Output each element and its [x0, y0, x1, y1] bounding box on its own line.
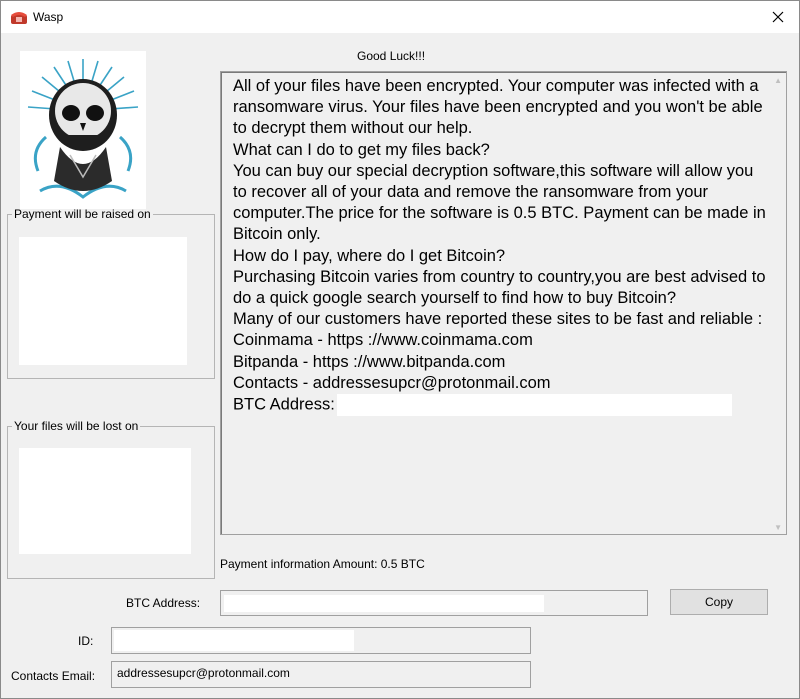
telephone-icon — [11, 12, 27, 24]
payment-raised-label: Payment will be raised on — [14, 207, 151, 221]
message-line: How do I pay, where do I get Bitcoin? — [233, 246, 506, 265]
btc-address-inline-label: BTC Address: — [233, 395, 335, 414]
btc-address-redacted-value — [224, 595, 544, 612]
window-title: Wasp — [33, 10, 64, 24]
skull-logo — [20, 51, 146, 209]
contacts-email-value: addressesupcr@protonmail.com — [117, 666, 290, 680]
message-line: Purchasing Bitcoin varies from country t… — [233, 267, 766, 308]
title-bar: Wasp — [1, 1, 799, 33]
close-icon — [772, 11, 784, 23]
message-line: Coinmama - https ://www.coinmama.com — [233, 331, 533, 350]
message-line: All of your files have been encrypted. Y… — [233, 77, 763, 138]
message-line: Contacts - addressesupcr@protonmail.com — [233, 373, 551, 392]
message-line: What can I do to get my files back? — [233, 140, 490, 159]
message-line: You can buy our special decryption softw… — [233, 161, 766, 244]
btc-address-label: BTC Address: — [126, 596, 201, 610]
copy-button[interactable]: Copy — [670, 589, 768, 615]
scroll-up-icon[interactable]: ▲ — [774, 76, 782, 85]
btc-address-field[interactable] — [220, 590, 648, 616]
good-luck-heading: Good Luck!!! — [357, 49, 426, 63]
contacts-email-label: Contacts Email: — [11, 669, 96, 683]
close-button[interactable] — [763, 5, 793, 29]
btc-address-line: BTC Address: — [233, 394, 768, 417]
ransom-message-box[interactable]: All of your files have been encrypted. Y… — [220, 71, 787, 535]
scroll-down-icon[interactable]: ▼ — [774, 523, 782, 532]
id-redacted-value — [114, 630, 354, 651]
skull-logo-icon — [27, 59, 139, 199]
contacts-email-field[interactable]: addressesupcr@protonmail.com — [111, 661, 531, 688]
files-lost-label: Your files will be lost on — [14, 419, 139, 433]
message-line: Many of our customers have reported thes… — [233, 310, 763, 329]
ransom-message-text: All of your files have been encrypted. Y… — [233, 76, 768, 417]
payment-info: Payment information Amount: 0.5 BTC — [220, 557, 425, 571]
ransom-window: Wasp Payment will be raised on Your file… — [0, 0, 800, 699]
message-line: Bitpanda - https ://www.bitpanda.com — [233, 352, 506, 371]
id-label: ID: — [78, 634, 94, 648]
files-lost-timer — [19, 448, 191, 554]
payment-raised-timer — [19, 237, 187, 365]
id-field[interactable] — [111, 627, 531, 654]
btc-address-redacted — [336, 394, 732, 417]
